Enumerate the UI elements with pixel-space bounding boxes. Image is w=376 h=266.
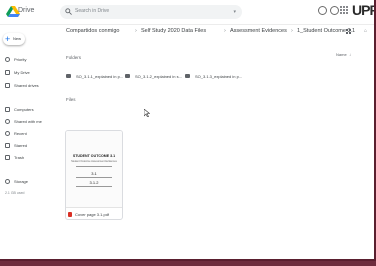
arrow-down-icon[interactable]: ↓ [349, 52, 351, 57]
drive-icon [5, 70, 10, 75]
grid-view-icon[interactable] [346, 29, 351, 34]
folder-item[interactable]: SO_3.1.3_explained in p... [185, 71, 242, 81]
divider [76, 177, 112, 178]
chevron-right-icon: › [291, 28, 293, 34]
storage-usage: 2.1 GB used [5, 191, 25, 195]
thumbnail-value: 3.1 [91, 171, 97, 176]
apps-grid-icon[interactable] [340, 6, 348, 14]
new-button[interactable]: + New [3, 33, 25, 45]
cloud-icon [5, 179, 10, 184]
folders-heading: Folders [66, 55, 82, 60]
shared-drives-icon [5, 83, 10, 88]
clock-icon [5, 131, 10, 136]
app-title: Drive [18, 7, 35, 14]
files-heading: Files [66, 97, 76, 102]
sidebar-item-label: Computers [14, 107, 34, 112]
drive-window: Drive Search in Drive ▾ UPF + New Priori… [0, 0, 376, 261]
file-thumbnail: STUDENT OUTCOME 3.1 Student Outcome Asse… [66, 131, 122, 208]
star-icon [5, 143, 10, 148]
top-bar: Drive Search in Drive ▾ UPF [0, 0, 374, 25]
breadcrumb-item[interactable]: Self Study 2020 Data Files [141, 28, 206, 34]
sidebar-item-shared-with-me[interactable]: Shared with me [0, 117, 58, 127]
sidebar-item-starred[interactable]: Starred [0, 141, 58, 151]
search-icon[interactable] [65, 8, 72, 15]
sort-by-name[interactable]: Name [336, 52, 347, 57]
sidebar-item-my-drive[interactable]: My Drive [0, 68, 58, 78]
sidebar-item-label: Trash [14, 155, 25, 160]
chevron-right-icon: › [224, 28, 226, 34]
sidebar-item-recent[interactable]: Recent [0, 129, 58, 139]
sidebar-item-priority[interactable]: Priority [0, 55, 58, 65]
help-icon[interactable] [318, 6, 327, 15]
computer-icon [5, 107, 10, 112]
plus-icon: + [5, 34, 11, 44]
sidebar-item-label: My Drive [14, 70, 30, 75]
brand-logo[interactable]: UPF [352, 2, 374, 18]
folder-item[interactable]: SO_3.1.1_explained in p... [66, 71, 123, 81]
sidebar-item-label: Recent [14, 131, 27, 136]
thumbnail-title: STUDENT OUTCOME 3.1 [72, 154, 116, 158]
mouse-cursor-icon [144, 109, 150, 117]
thumbnail-subtitle: Student Outcome Assessment Evidences [71, 160, 117, 163]
settings-icon[interactable] [330, 6, 339, 15]
sidebar-item-storage[interactable]: Storage [0, 177, 58, 187]
search-bar[interactable]: Search in Drive ▾ [60, 5, 242, 19]
breadcrumb-item[interactable]: Assessment Evidences [230, 28, 287, 34]
folder-name: SO_3.1.2_explained in s... [135, 73, 182, 79]
sidebar-item-shared-drives[interactable]: Shared drives [0, 81, 58, 91]
divider [76, 186, 112, 187]
breadcrumb: Compartidos conmigo › Self Study 2020 Da… [60, 25, 374, 39]
check-circle-icon [5, 57, 10, 62]
pdf-icon [68, 211, 72, 217]
main-content: Compartidos conmigo › Self Study 2020 Da… [60, 25, 374, 259]
folder-icon [185, 74, 190, 78]
add-people-icon[interactable]: ⌂ [364, 28, 367, 34]
folder-icon [125, 74, 130, 78]
folder-item[interactable]: SO_3.1.2_explained in s... [125, 71, 182, 81]
folder-icon [66, 74, 71, 78]
new-button-label: New [13, 36, 22, 41]
sidebar-item-label: Shared with me [14, 119, 42, 124]
sidebar-item-trash[interactable]: Trash [0, 153, 58, 163]
sidebar: + New Priority My Drive Shared drives Co… [0, 25, 58, 259]
sidebar-item-computers[interactable]: Computers [0, 105, 58, 115]
sidebar-item-label: Starred [14, 143, 28, 148]
breadcrumb-item[interactable]: Compartidos conmigo [66, 28, 120, 34]
file-name: Cover page 3.1.pdf [75, 211, 110, 217]
search-input[interactable]: Search in Drive [75, 8, 109, 14]
folder-name: SO_3.1.1_explained in p... [76, 73, 124, 79]
trash-icon [5, 155, 10, 160]
sidebar-item-label: Shared drives [14, 83, 39, 88]
file-meta: Cover page 3.1.pdf [68, 210, 109, 218]
sidebar-item-label: Storage [14, 179, 29, 184]
sidebar-item-label: Priority [14, 57, 27, 62]
folder-name: SO_3.1.3_explained in p... [195, 73, 243, 79]
thumbnail-value: 3.1.2 [89, 180, 99, 185]
file-card[interactable]: STUDENT OUTCOME 3.1 Student Outcome Asse… [65, 130, 123, 220]
people-icon [5, 119, 10, 124]
search-options-icon[interactable]: ▾ [233, 9, 236, 15]
divider [76, 166, 112, 167]
chevron-right-icon: › [135, 28, 137, 34]
